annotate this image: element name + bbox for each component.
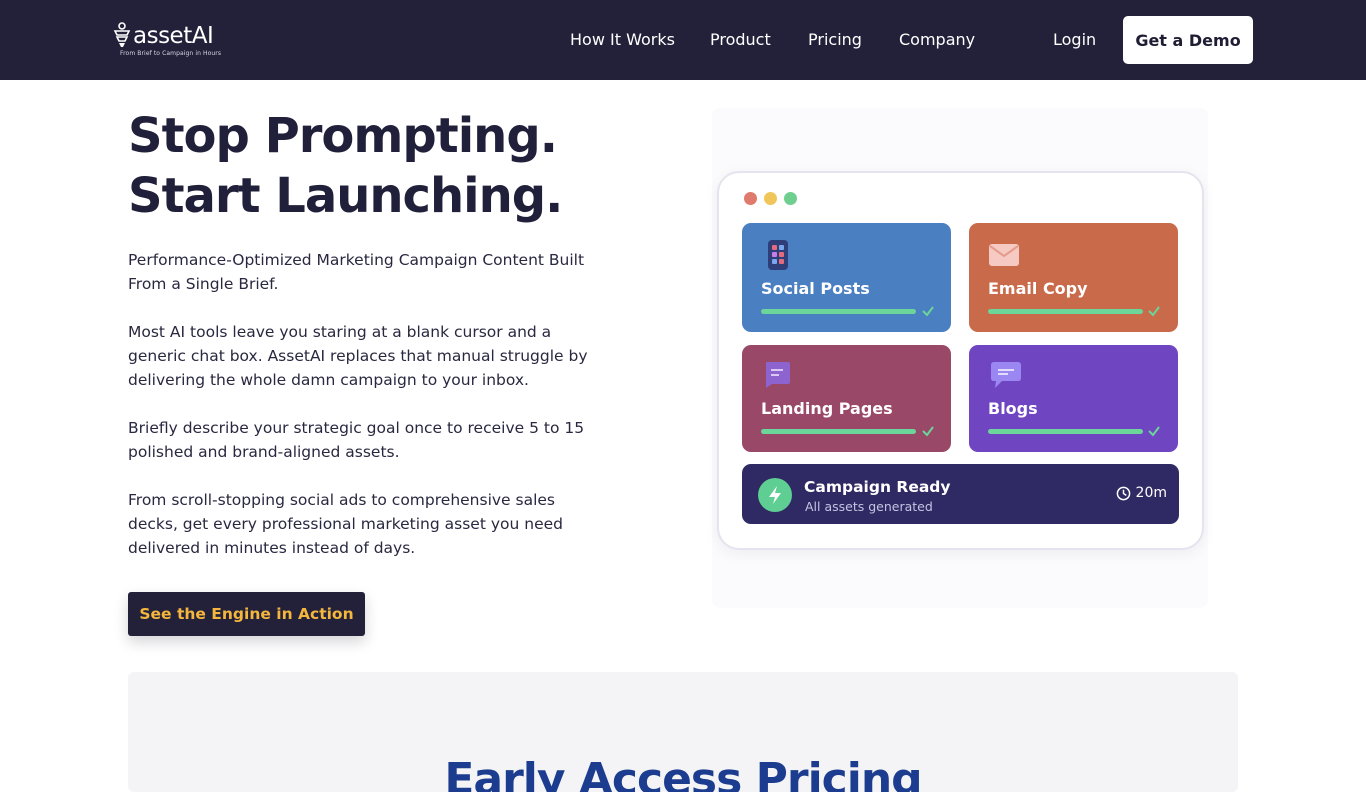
- top-navbar: assetAI From Brief to Campaign in Hours …: [0, 0, 1366, 80]
- phone-icon: [768, 240, 788, 270]
- bolt-icon-badge: [758, 478, 792, 512]
- window-dot-green: [784, 192, 797, 205]
- see-engine-button[interactable]: See the Engine in Action: [128, 592, 365, 636]
- hero-subtitle: Performance-Optimized Marketing Campaign…: [128, 251, 585, 293]
- nav-link-company[interactable]: Company: [899, 30, 975, 50]
- hero-title-line-2: Start Launching.: [128, 168, 563, 224]
- hero-paragraph-2: Briefly describe your strategic goal onc…: [128, 419, 585, 461]
- logo[interactable]: assetAI From Brief to Campaign in Hours: [113, 20, 233, 60]
- lightning-icon: [769, 486, 781, 504]
- check-icon: [922, 306, 934, 317]
- tile-blogs: Blogs: [969, 345, 1178, 452]
- envelope-icon: [989, 244, 1019, 266]
- tile-label: Email Copy: [988, 279, 1088, 298]
- tile-social-posts: Social Posts: [742, 223, 951, 332]
- tile-label: Blogs: [988, 399, 1038, 418]
- progress-bar: [761, 309, 916, 314]
- hero-paragraph-3: From scroll-stopping social ads to compr…: [128, 491, 563, 557]
- tile-email-copy: Email Copy: [969, 223, 1178, 332]
- pricing-section: Early Access Pricing: [128, 672, 1238, 792]
- tile-label: Landing Pages: [761, 399, 893, 418]
- tile-landing-pages: Landing Pages: [742, 345, 951, 452]
- document-icon: [766, 362, 790, 388]
- nav-link-pricing[interactable]: Pricing: [808, 30, 862, 50]
- check-icon: [922, 426, 934, 437]
- hero-title-line-1: Stop Prompting.: [128, 108, 558, 164]
- logo-tagline: From Brief to Campaign in Hours: [120, 50, 222, 57]
- check-icon: [1148, 306, 1160, 317]
- window-dot-yellow: [764, 192, 777, 205]
- logo-icon: [113, 22, 131, 47]
- progress-bar: [988, 429, 1143, 434]
- chat-icon: [991, 362, 1021, 388]
- campaign-ready-subtitle: All assets generated: [805, 499, 933, 514]
- elapsed-time: 20m: [1116, 485, 1167, 501]
- tile-label: Social Posts: [761, 279, 870, 298]
- get-demo-button[interactable]: Get a Demo: [1123, 16, 1253, 64]
- clock-icon: [1116, 486, 1130, 500]
- window-dot-red: [744, 192, 757, 205]
- pricing-section-title: Early Access Pricing: [444, 754, 922, 792]
- hero-title: Stop Prompting. Start Launching.: [128, 106, 563, 226]
- hero-paragraph-1: Most AI tools leave you staring at a bla…: [128, 323, 588, 389]
- nav-link-how-it-works[interactable]: How It Works: [570, 30, 675, 50]
- elapsed-time-value: 20m: [1135, 485, 1167, 501]
- login-link[interactable]: Login: [1053, 30, 1096, 50]
- check-icon: [1148, 426, 1160, 437]
- progress-bar: [988, 309, 1143, 314]
- nav-link-product[interactable]: Product: [710, 30, 771, 50]
- logo-text: assetAI: [133, 23, 214, 49]
- campaign-ready-title: Campaign Ready: [804, 478, 951, 496]
- progress-bar: [761, 429, 916, 434]
- campaign-ready-banner: Campaign Ready All assets generated 20m: [742, 464, 1179, 524]
